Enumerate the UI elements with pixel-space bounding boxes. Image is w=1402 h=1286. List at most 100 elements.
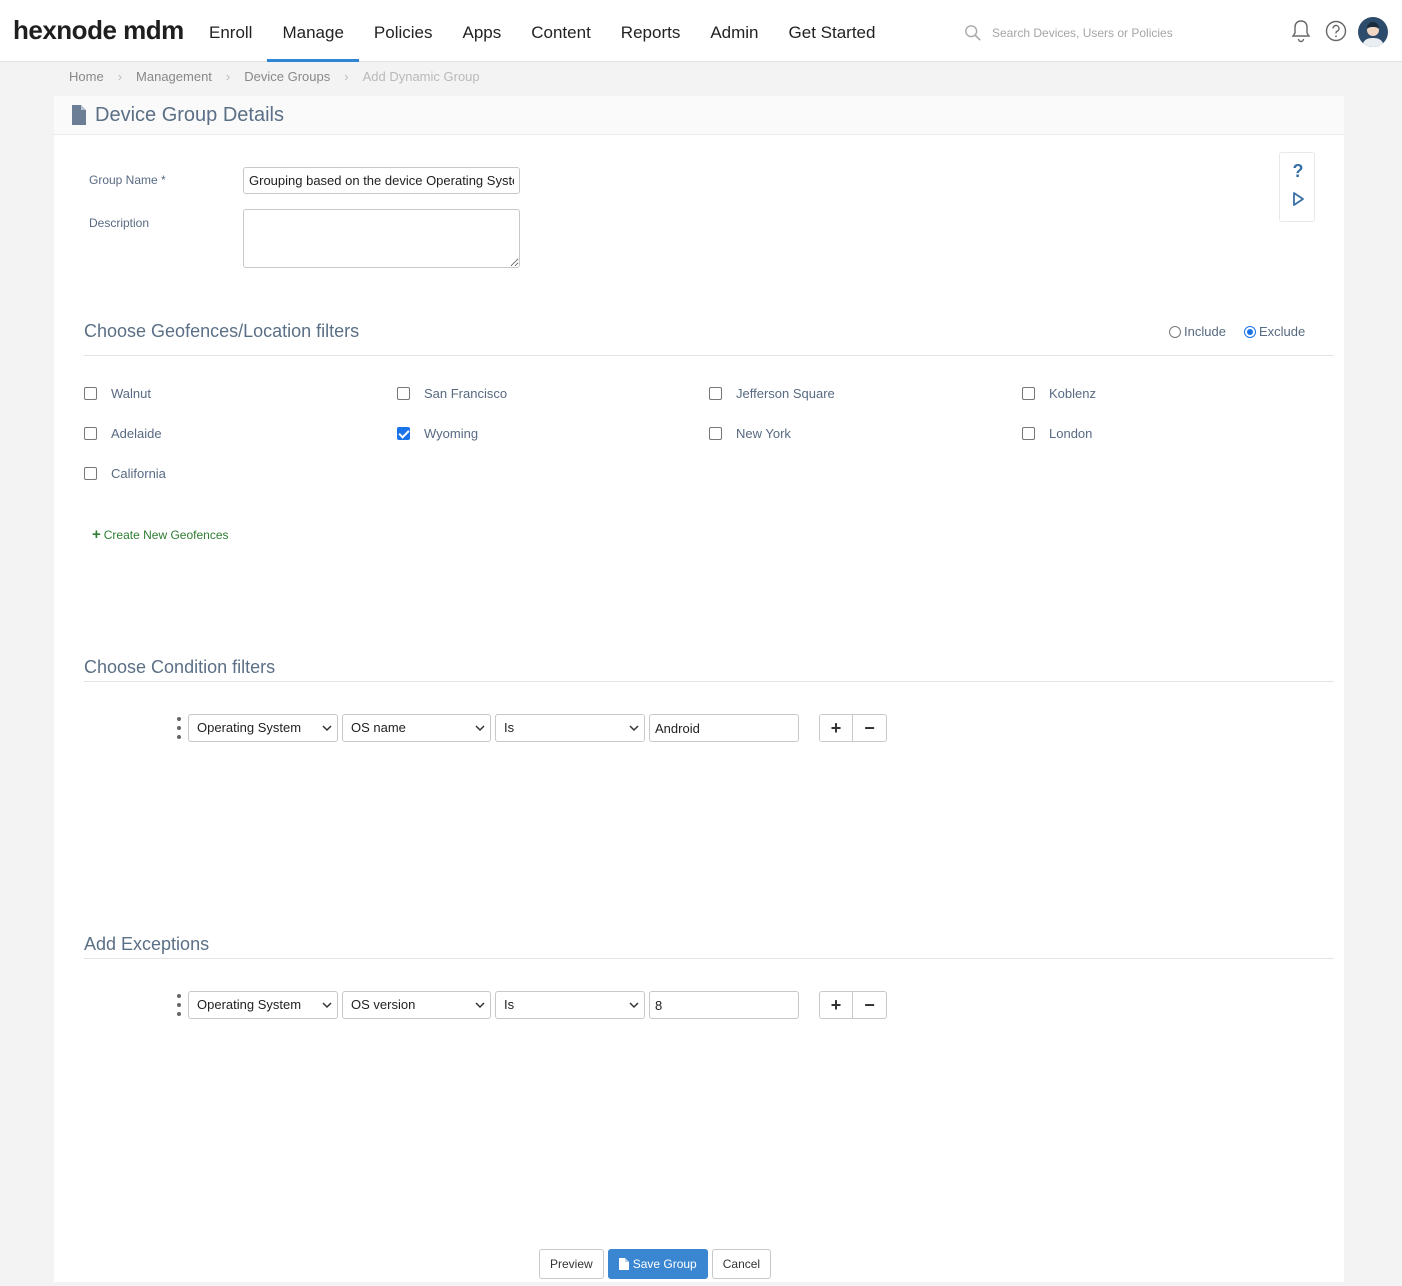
condition-value-input[interactable] bbox=[649, 714, 799, 742]
geofence-checkbox[interactable] bbox=[397, 427, 410, 440]
chevron-down-icon bbox=[629, 725, 639, 732]
condition-operator-select[interactable]: Is bbox=[495, 714, 645, 742]
geofence-san-francisco[interactable]: San Francisco bbox=[397, 386, 507, 401]
exclude-radio[interactable]: Exclude bbox=[1244, 324, 1305, 339]
geofence-label: Jefferson Square bbox=[736, 386, 835, 401]
include-radio-button[interactable] bbox=[1169, 325, 1181, 338]
nav-get-started[interactable]: Get Started bbox=[774, 0, 891, 62]
include-label: Include bbox=[1184, 324, 1226, 339]
geofence-label: San Francisco bbox=[424, 386, 508, 401]
nav-admin[interactable]: Admin bbox=[695, 0, 773, 62]
geofence-checkbox[interactable] bbox=[84, 387, 97, 400]
device-group-card: Device Group Details Group Name * Descri… bbox=[54, 96, 1344, 1282]
exception-category-select[interactable]: Operating System bbox=[188, 991, 338, 1019]
document-icon bbox=[72, 105, 86, 125]
add-condition-button[interactable]: + bbox=[819, 714, 853, 742]
geofence-checkbox[interactable] bbox=[1022, 387, 1035, 400]
nav-policies[interactable]: Policies bbox=[359, 0, 448, 62]
play-icon[interactable] bbox=[1289, 189, 1307, 209]
drag-handle-icon[interactable] bbox=[176, 717, 182, 739]
group-name-input[interactable] bbox=[243, 167, 520, 194]
geofence-checkbox[interactable] bbox=[397, 387, 410, 400]
exception-value-input[interactable] bbox=[649, 991, 799, 1019]
geofence-wyoming[interactable]: Wyoming bbox=[397, 426, 478, 441]
card-header: Device Group Details bbox=[54, 96, 1344, 135]
condition-row-controls: + − bbox=[819, 714, 887, 742]
nav-manage[interactable]: Manage bbox=[267, 0, 360, 62]
condition-field-select[interactable]: OS name bbox=[342, 714, 491, 742]
exception-operator-select[interactable]: Is bbox=[495, 991, 645, 1019]
breadcrumb-home[interactable]: Home bbox=[69, 69, 104, 84]
user-avatar[interactable] bbox=[1358, 17, 1388, 47]
conditions-section-title: Choose Condition filters bbox=[84, 657, 276, 677]
global-search bbox=[964, 20, 1264, 46]
geofence-label: Walnut bbox=[111, 386, 151, 401]
geofence-new-york[interactable]: New York bbox=[709, 426, 791, 441]
geofence-label: California bbox=[111, 466, 166, 481]
drag-handle-icon[interactable] bbox=[176, 994, 182, 1016]
preview-button[interactable]: Preview bbox=[539, 1249, 604, 1279]
divider bbox=[84, 681, 1334, 682]
remove-condition-button[interactable]: − bbox=[853, 714, 887, 742]
add-exception-button[interactable]: + bbox=[819, 991, 853, 1019]
create-geofence-label: Create New Geofences bbox=[103, 527, 229, 542]
exception-field-select[interactable]: OS version bbox=[342, 991, 491, 1019]
geofence-jefferson-square[interactable]: Jefferson Square bbox=[709, 386, 835, 401]
geofence-walnut[interactable]: Walnut bbox=[84, 386, 151, 401]
divider bbox=[84, 958, 1334, 959]
geofence-label: Adelaide bbox=[111, 426, 162, 441]
bell-icon[interactable] bbox=[1289, 18, 1313, 44]
hexnode-logo[interactable]: hexnode mdm bbox=[13, 15, 184, 46]
condition-row: Operating System OS name Is + − bbox=[176, 714, 887, 742]
help-icon[interactable] bbox=[1324, 18, 1348, 44]
chevron-down-icon bbox=[629, 1002, 639, 1009]
geofence-checkbox[interactable] bbox=[709, 427, 722, 440]
side-tools-panel: ? bbox=[1279, 152, 1315, 222]
condition-category-select[interactable]: Operating System bbox=[188, 714, 338, 742]
breadcrumb: Home › Management › Device Groups › Add … bbox=[69, 69, 480, 84]
geofence-label: London bbox=[1049, 426, 1093, 441]
page-title: Device Group Details bbox=[95, 103, 284, 126]
question-icon[interactable]: ? bbox=[1289, 161, 1307, 181]
chevron-right-icon: › bbox=[344, 69, 349, 84]
group-name-label: Group Name * bbox=[89, 173, 166, 187]
nav-content[interactable]: Content bbox=[516, 0, 606, 62]
nav-enroll[interactable]: Enroll bbox=[194, 0, 267, 62]
geofence-checkbox[interactable] bbox=[84, 467, 97, 480]
cancel-button[interactable]: Cancel bbox=[711, 1249, 772, 1279]
plus-icon: + bbox=[92, 526, 101, 543]
chevron-down-icon bbox=[322, 1002, 332, 1009]
geofence-london[interactable]: London bbox=[1022, 426, 1092, 441]
description-label: Description bbox=[89, 216, 150, 230]
breadcrumb-current: Add Dynamic Group bbox=[362, 69, 480, 84]
search-icon bbox=[965, 25, 981, 41]
geofence-california[interactable]: California bbox=[84, 466, 166, 481]
chevron-down-icon bbox=[475, 1002, 485, 1009]
breadcrumb-management[interactable]: Management bbox=[136, 69, 212, 84]
geofences-section-title: Choose Geofences/Location filters bbox=[84, 321, 360, 341]
nav-apps[interactable]: Apps bbox=[448, 0, 517, 62]
search-input[interactable] bbox=[992, 26, 1252, 40]
geofence-checkbox[interactable] bbox=[1022, 427, 1035, 440]
divider bbox=[84, 355, 1334, 356]
geofence-adelaide[interactable]: Adelaide bbox=[84, 426, 162, 441]
description-textarea[interactable] bbox=[243, 209, 520, 268]
geofence-koblenz[interactable]: Koblenz bbox=[1022, 386, 1096, 401]
geofence-checkbox[interactable] bbox=[84, 427, 97, 440]
chevron-down-icon bbox=[322, 725, 332, 732]
save-group-label: Save Group bbox=[632, 1257, 697, 1271]
save-group-button[interactable]: Save Group bbox=[607, 1249, 708, 1279]
chevron-right-icon: › bbox=[117, 69, 123, 84]
breadcrumb-device-groups[interactable]: Device Groups bbox=[244, 69, 330, 84]
geofence-checkbox[interactable] bbox=[709, 387, 722, 400]
exclude-label: Exclude bbox=[1259, 324, 1306, 339]
document-icon bbox=[618, 1258, 629, 1270]
include-radio[interactable]: Include bbox=[1169, 324, 1226, 339]
exclude-radio-button[interactable] bbox=[1244, 325, 1256, 338]
nav-reports[interactable]: Reports bbox=[606, 0, 696, 62]
remove-exception-button[interactable]: − bbox=[853, 991, 887, 1019]
geofence-label: Wyoming bbox=[424, 426, 479, 441]
top-navbar: hexnode mdm Enroll Manage Policies Apps … bbox=[0, 0, 1402, 62]
create-geofence-link[interactable]: + Create New Geofences bbox=[92, 526, 229, 543]
footer-actions: Preview Save Group Cancel bbox=[539, 1249, 775, 1279]
